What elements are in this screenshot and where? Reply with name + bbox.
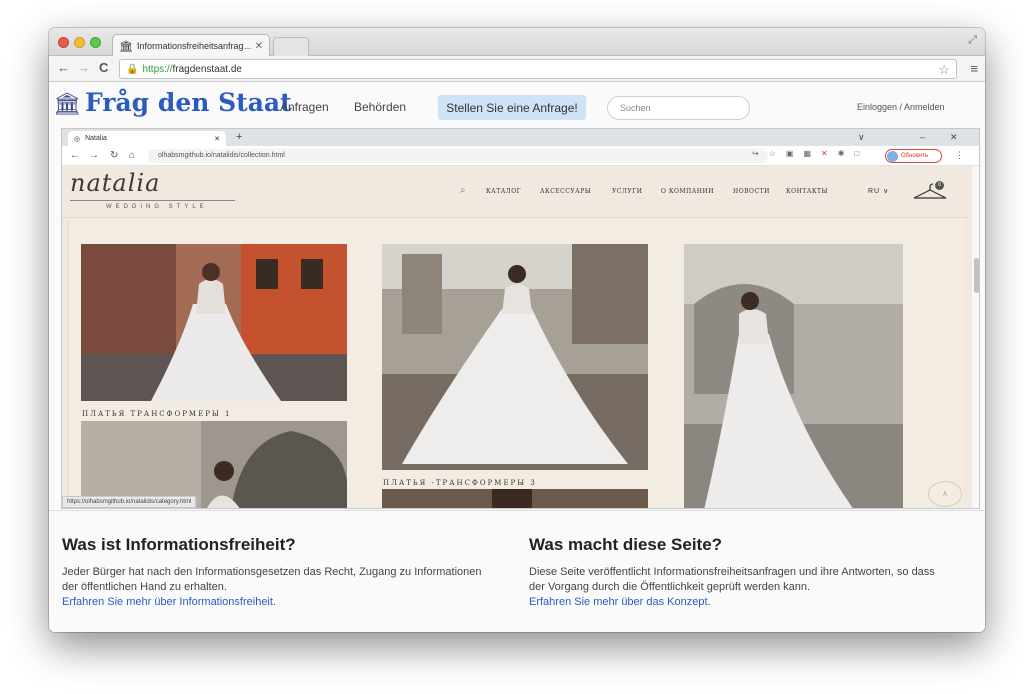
info-column-site: Was macht diese Seite? Diese Seite veröf… bbox=[529, 535, 949, 610]
shop-header: natalia WEDDING STYLE ⌕ КАТАЛОГ АКСЕССУА… bbox=[62, 166, 968, 218]
tab-close-icon[interactable]: ✕ bbox=[255, 41, 263, 52]
shop-nav-services: УСЛУГИ bbox=[612, 188, 643, 195]
browser-window: 🏛 Informationsfreiheitsanfrag… ✕ ⤢ ← → C… bbox=[49, 28, 985, 632]
share-icon: ↪ bbox=[752, 149, 759, 158]
inner-toolbar: ← → ↻ ⌂ olhabsmgithub.io/natalidis/colle… bbox=[62, 146, 979, 166]
inner-tab-close-icon: ✕ bbox=[214, 135, 220, 143]
bookmark-star-icon[interactable]: ☆ bbox=[938, 62, 950, 78]
logo-underline bbox=[70, 200, 235, 201]
info-title-site: Was macht diese Seite? bbox=[529, 535, 723, 554]
shop-logo: natalia bbox=[70, 169, 161, 197]
nav-link-behoerden[interactable]: Behörden bbox=[354, 100, 406, 114]
info-section: Was ist Informationsfreiheit? Jeder Bürg… bbox=[49, 510, 985, 632]
hanger-cart-icon bbox=[913, 183, 947, 199]
info-link-freedom[interactable]: Erfahren Sie mehr über Informationsfreih… bbox=[62, 595, 482, 610]
shop-nav-about: О КОМПАНИИ bbox=[661, 188, 715, 195]
info-column-freedom: Was ist Informationsfreiheit? Jeder Bürg… bbox=[62, 535, 482, 610]
fullscreen-icon[interactable]: ⤢ bbox=[968, 34, 977, 47]
shop-nav-news: НОВОСТИ bbox=[733, 188, 770, 195]
inner-forward-icon: → bbox=[89, 150, 99, 161]
dress-photo-2 bbox=[382, 244, 648, 470]
status-bar-url: https://olhabsmgithub.io/natalidis/categ… bbox=[62, 496, 197, 508]
catalog-grid: ПЛАТЬЯ ТРАНСФОРМЕРЫ 1 ПЛАТЬЯ -ТРАНСФОРМЕ… bbox=[68, 219, 963, 508]
title-bar: 🏛 Informationsfreiheitsanfrag… ✕ ⤢ bbox=[49, 28, 985, 57]
inner-tab-title: Natalia bbox=[85, 135, 107, 142]
address-host: fragdenstaat.de bbox=[172, 63, 242, 75]
browser-toolbar: ← → C 🔒 https:// fragdenstaat.de ☆ ≡ bbox=[49, 56, 985, 82]
info-text-site: Diese Seite veröffentlicht Informationsf… bbox=[529, 566, 935, 593]
info-text-freedom: Jeder Bürger hat nach den Informationsge… bbox=[62, 566, 482, 593]
zoom-window-button[interactable] bbox=[90, 37, 101, 48]
site-logo[interactable]: Fråg den Staat bbox=[85, 88, 292, 117]
cart-count-badge: 0 bbox=[935, 181, 944, 190]
puzzle-icon: ✱ bbox=[837, 149, 845, 158]
shop-nav-accessories: АКСЕССУАРЫ bbox=[540, 188, 592, 195]
language-label: RU bbox=[868, 188, 881, 195]
inner-chevron-down-icon: ∨ bbox=[858, 132, 865, 142]
browser-tab-active[interactable]: 🏛 Informationsfreiheitsanfrag… ✕ bbox=[112, 34, 270, 57]
address-bar[interactable]: 🔒 https:// fragdenstaat.de ☆ bbox=[119, 59, 957, 79]
inner-home-icon: ⌂ bbox=[129, 150, 136, 161]
sidebar-icon: □ bbox=[854, 149, 860, 158]
inner-update-button: Обновить bbox=[885, 149, 942, 163]
inner-scrollbar bbox=[972, 166, 979, 508]
shop-language-select: RU ∨ bbox=[868, 188, 890, 195]
scroll-up-icon: ∧ bbox=[928, 481, 962, 507]
lock-icon: 🔒 bbox=[126, 63, 139, 75]
inner-reload-icon: ↻ bbox=[110, 150, 119, 161]
info-link-site[interactable]: Erfahren Sie mehr über das Konzept. bbox=[529, 595, 949, 610]
red-x-icon: ✕ bbox=[821, 149, 828, 158]
info-title-freedom: Was ist Informationsfreiheit? bbox=[62, 535, 296, 554]
inner-close-icon: ✕ bbox=[950, 132, 958, 142]
globe-icon: ◎ bbox=[74, 135, 81, 143]
shop-nav-contacts: КОНТАКТЫ bbox=[786, 188, 828, 195]
profile-avatar bbox=[887, 151, 898, 162]
inner-tab-bar: ◎ Natalia ✕ + ∨ – ✕ bbox=[62, 129, 979, 146]
login-link[interactable]: Einloggen / Anmelden bbox=[857, 102, 945, 112]
search-input[interactable]: Suchen bbox=[607, 96, 750, 120]
minimize-window-button[interactable] bbox=[74, 37, 85, 48]
dress-photo-3 bbox=[684, 244, 903, 508]
building-logo-icon: 🏛 bbox=[53, 91, 81, 116]
fragdenstaat-favicon-icon: 🏛 bbox=[119, 40, 133, 53]
inner-minimize-icon: – bbox=[920, 132, 926, 142]
dress-photo-1 bbox=[81, 244, 347, 401]
extension-icon: ▣ bbox=[785, 149, 794, 158]
inner-kebab-icon: ⋮ bbox=[955, 150, 964, 160]
update-label: Обновить bbox=[901, 153, 929, 159]
attached-screenshot: ◎ Natalia ✕ + ∨ – ✕ ← → ↻ ⌂ olhabsmgithu… bbox=[61, 128, 980, 509]
make-request-button[interactable]: Stellen Sie eine Anfrage! bbox=[438, 95, 586, 120]
browser-tab-title: Informationsfreiheitsanfrag… bbox=[136, 41, 251, 51]
inner-back-icon: ← bbox=[70, 150, 80, 161]
dress-photo-5 bbox=[382, 489, 648, 508]
grid-icon: ▦ bbox=[803, 149, 811, 158]
shop-nav-catalog: КАТАЛОГ bbox=[486, 188, 522, 195]
product-caption-1: ПЛАТЬЯ ТРАНСФОРМЕРЫ 1 bbox=[82, 410, 232, 418]
inner-address-bar: olhabsmgithub.io/natalidis/collection.ht… bbox=[148, 149, 768, 163]
inner-new-tab-icon: + bbox=[236, 131, 243, 143]
inner-tab: ◎ Natalia ✕ bbox=[68, 131, 226, 146]
forward-arrow-icon[interactable]: → bbox=[77, 61, 90, 75]
inner-star-icon: ☆ bbox=[768, 149, 776, 158]
site-header: 🏛 Fråg den Staat Anfragen Behörden Stell… bbox=[49, 82, 985, 128]
shop-search-icon: ⌕ bbox=[460, 185, 466, 196]
address-scheme: https:// bbox=[142, 63, 173, 75]
hamburger-menu-icon[interactable]: ≡ bbox=[970, 61, 978, 76]
inner-extension-icons: ↪ ☆ ▣ ▦ ✕ ✱ □ bbox=[752, 149, 859, 158]
nav-link-anfragen[interactable]: Anfragen bbox=[280, 100, 329, 114]
inner-scrollbar-thumb bbox=[974, 258, 979, 293]
reload-icon[interactable]: C bbox=[99, 61, 108, 75]
new-tab-button[interactable] bbox=[273, 37, 309, 56]
product-caption-3: ПЛАТЬЯ -ТРАНСФОРМЕРЫ 3 bbox=[383, 479, 537, 487]
close-window-button[interactable] bbox=[58, 37, 69, 48]
shop-logo-subtitle: WEDDING STYLE bbox=[106, 204, 208, 210]
back-arrow-icon[interactable]: ← bbox=[57, 61, 70, 75]
